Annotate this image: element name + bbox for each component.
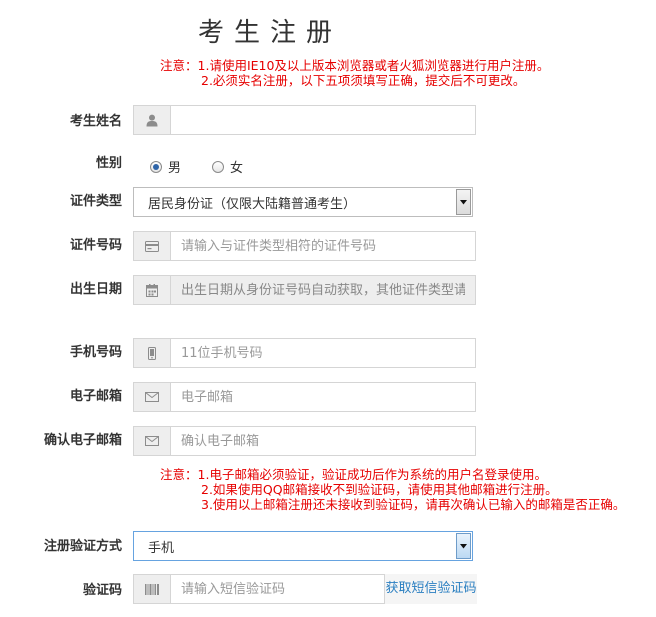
name-input[interactable] xyxy=(171,106,475,134)
get-sms-code-link[interactable]: 获取短信验证码 xyxy=(385,574,477,604)
verify-method-select[interactable]: 手机 xyxy=(133,531,473,561)
phone-label: 手机号码 xyxy=(69,345,122,360)
notice-bottom-line-1: 1.电子邮箱必须验证，验证成功后作为系统的用户名登录使用。 xyxy=(197,467,547,482)
email-confirm-label: 确认电子邮箱 xyxy=(43,433,122,448)
gender-male-label: 男 xyxy=(168,161,182,176)
id-number-label: 证件号码 xyxy=(69,238,122,253)
envelope-icon xyxy=(134,383,171,411)
id-number-input-group xyxy=(133,231,476,261)
gender-male-radio[interactable]: 男 xyxy=(150,157,181,176)
name-label: 考生姓名 xyxy=(69,114,122,129)
birth-date-input-group xyxy=(133,275,476,305)
radio-unchecked-icon xyxy=(212,160,224,173)
name-input-group xyxy=(133,105,476,135)
notice-bottom-line-3: 3.使用以上邮箱注册还未接收到验证码，请再次确认已输入的邮箱是否正确。 xyxy=(201,497,626,512)
email-label: 电子邮箱 xyxy=(69,389,122,404)
id-card-icon xyxy=(134,232,171,260)
id-type-select[interactable]: 居民身份证（仅限大陆籍普通考生） xyxy=(133,187,473,217)
id-number-input[interactable] xyxy=(171,232,475,260)
birth-date-label: 出生日期 xyxy=(69,282,122,297)
notice-top-label: 注意： xyxy=(160,58,198,73)
notice-top-line-2: 2.必须实名注册，以下五项须填写正确，提交后不可更改。 xyxy=(201,73,526,88)
id-type-value: 居民身份证（仅限大陆籍普通考生） xyxy=(148,196,357,212)
notice-bottom-line-2: 2.如果使用QQ邮箱接收不到验证码，请使用其他邮箱进行注册。 xyxy=(201,482,558,497)
notice-top: 注意：1.请使用IE10及以上版本浏览器或者火狐浏览器进行用户注册。 2.必须实… xyxy=(160,58,549,88)
verify-method-value: 手机 xyxy=(148,540,175,556)
chevron-down-icon[interactable] xyxy=(456,189,471,215)
notice-bottom: 注意：1.电子邮箱必须验证，验证成功后作为系统的用户名登录使用。 2.如果使用Q… xyxy=(160,467,625,512)
verify-code-label: 验证码 xyxy=(82,583,122,598)
radio-checked-icon xyxy=(150,160,162,173)
barcode-icon xyxy=(134,575,171,603)
verify-method-label: 注册验证方式 xyxy=(43,539,122,554)
envelope-icon xyxy=(134,427,171,455)
birth-date-input xyxy=(171,276,475,304)
verify-code-input-group xyxy=(133,574,385,604)
page-title: 考生注册 xyxy=(197,18,342,48)
id-type-label: 证件类型 xyxy=(69,194,122,209)
phone-input-group xyxy=(133,338,476,368)
calendar-icon xyxy=(134,276,171,304)
verify-code-input[interactable] xyxy=(171,575,384,603)
notice-bottom-label: 注意： xyxy=(160,467,198,482)
gender-female-radio[interactable]: 女 xyxy=(212,157,243,176)
email-confirm-input[interactable] xyxy=(171,427,475,455)
notice-top-line-1: 1.请使用IE10及以上版本浏览器或者火狐浏览器进行用户注册。 xyxy=(197,58,550,73)
email-input[interactable] xyxy=(171,383,475,411)
phone-input[interactable] xyxy=(171,339,475,367)
gender-label: 性别 xyxy=(95,156,122,171)
email-input-group xyxy=(133,382,476,412)
mobile-icon xyxy=(134,339,171,367)
email-confirm-input-group xyxy=(133,426,476,456)
chevron-down-icon[interactable] xyxy=(456,533,471,559)
gender-female-label: 女 xyxy=(230,161,244,176)
user-icon xyxy=(134,106,171,134)
